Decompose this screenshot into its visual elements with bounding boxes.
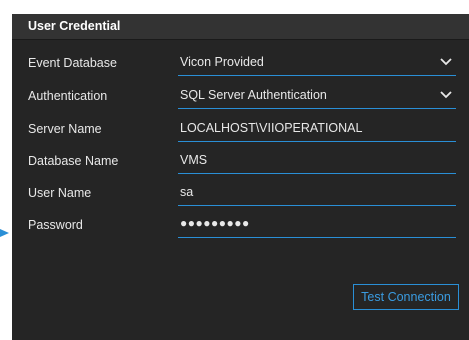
- server-name-label: Server Name: [28, 122, 102, 136]
- user-name-row: User Name sa: [12, 180, 469, 208]
- panel-title: User Credential: [28, 19, 121, 33]
- server-name-value: LOCALHOST\VIIOPERATIONAL: [180, 121, 363, 135]
- database-name-row: Database Name VMS: [12, 148, 469, 176]
- event-database-dropdown[interactable]: Vicon Provided: [178, 50, 456, 76]
- event-database-label: Event Database: [28, 56, 117, 70]
- user-name-input[interactable]: sa: [178, 180, 456, 206]
- user-name-label: User Name: [28, 186, 92, 200]
- server-name-row: Server Name LOCALHOST\VIIOPERATIONAL: [12, 116, 469, 144]
- user-name-value: sa: [180, 185, 194, 199]
- user-credential-panel: User Credential Event Database Vicon Pro…: [12, 14, 469, 340]
- password-value: ●●●●●●●●●: [180, 216, 250, 230]
- database-name-label: Database Name: [28, 154, 119, 168]
- authentication-value: SQL Server Authentication: [180, 88, 327, 102]
- database-name-input[interactable]: VMS: [178, 148, 456, 174]
- authentication-dropdown[interactable]: SQL Server Authentication: [178, 83, 456, 109]
- chevron-down-icon[interactable]: [440, 58, 452, 66]
- event-database-row: Event Database Vicon Provided: [12, 50, 469, 78]
- chevron-down-icon[interactable]: [440, 91, 452, 99]
- panel-header: User Credential: [12, 14, 469, 40]
- authentication-label: Authentication: [28, 89, 108, 103]
- password-label: Password: [28, 218, 83, 232]
- test-connection-button[interactable]: Test Connection: [353, 284, 459, 310]
- authentication-row: Authentication SQL Server Authentication: [12, 83, 469, 111]
- database-name-value: VMS: [180, 153, 208, 167]
- password-input[interactable]: ●●●●●●●●●: [178, 212, 456, 238]
- server-name-input[interactable]: LOCALHOST\VIIOPERATIONAL: [178, 116, 456, 142]
- arrow-tip-icon: [0, 229, 9, 237]
- password-row: Password ●●●●●●●●●: [12, 212, 469, 240]
- event-database-value: Vicon Provided: [180, 55, 264, 69]
